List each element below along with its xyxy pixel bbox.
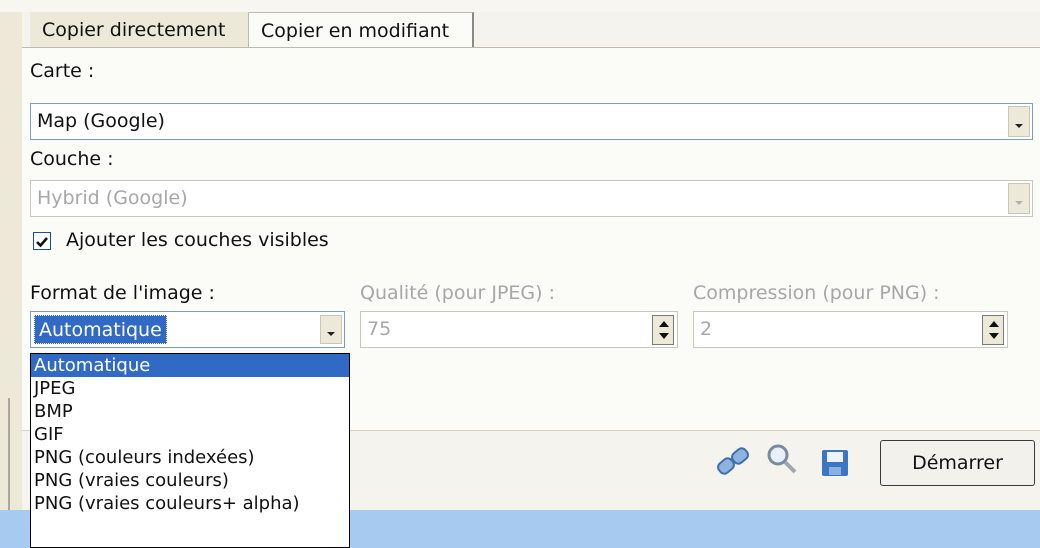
layer-select-value: Hybrid (Google): [37, 187, 188, 209]
compression-spin-buttons[interactable]: [982, 315, 1004, 345]
map-select-value: Map (Google): [37, 110, 165, 132]
format-option-png-true-color-alpha[interactable]: PNG (vraies couleurs+ alpha): [31, 492, 349, 515]
quality-spinner[interactable]: 75: [360, 311, 678, 348]
format-label: Format de l'image :: [30, 282, 215, 304]
format-option-jpeg[interactable]: JPEG: [31, 377, 349, 400]
format-option-automatique[interactable]: Automatique: [31, 354, 349, 377]
format-select-dropdown-button[interactable]: [320, 315, 342, 344]
quality-spin-buttons[interactable]: [652, 315, 674, 345]
chevron-down-icon: [1015, 200, 1023, 205]
arrow-down-icon: [659, 333, 669, 339]
link-icon[interactable]: [714, 442, 754, 487]
window-top-edge: [0, 0, 1040, 12]
layer-label: Couche :: [30, 148, 114, 170]
visible-layers-label: Ajouter les couches visibles: [66, 229, 329, 251]
map-select[interactable]: Map (Google): [30, 103, 1033, 140]
map-label: Carte :: [30, 60, 95, 82]
visible-layers-checkbox[interactable]: [33, 232, 51, 250]
chevron-down-icon: [327, 331, 335, 336]
zoom-icon[interactable]: [765, 442, 799, 481]
format-option-gif[interactable]: GIF: [31, 423, 349, 446]
format-option-bmp[interactable]: BMP: [31, 400, 349, 423]
layer-select[interactable]: Hybrid (Google): [30, 180, 1033, 217]
tab-copy-modify[interactable]: Copier en modifiant: [248, 12, 474, 48]
format-option-png-true-color[interactable]: PNG (vraies couleurs): [31, 469, 349, 492]
save-icon[interactable]: [820, 448, 850, 483]
arrow-down-icon: [989, 333, 999, 339]
format-option-png-indexed[interactable]: PNG (couleurs indexées): [31, 446, 349, 469]
tab-copy-direct[interactable]: Copier directement: [30, 12, 248, 48]
quality-value: 75: [367, 318, 392, 340]
arrow-up-icon: [989, 321, 999, 327]
layer-select-dropdown-button[interactable]: [1008, 183, 1030, 214]
format-select-value: Automatique: [34, 315, 167, 344]
compression-spinner[interactable]: 2: [693, 311, 1008, 348]
compression-label: Compression (pour PNG) :: [693, 282, 940, 304]
arrow-up-icon: [659, 321, 669, 327]
compression-value: 2: [700, 318, 713, 340]
format-select[interactable]: Automatique: [30, 311, 345, 348]
check-icon: [36, 237, 48, 248]
format-dropdown-list[interactable]: Automatique JPEG BMP GIF PNG (couleurs i…: [30, 353, 350, 548]
resize-grip[interactable]: [8, 398, 22, 528]
start-button[interactable]: Démarrer: [880, 440, 1035, 486]
quality-label: Qualité (pour JPEG) :: [360, 282, 556, 304]
map-select-dropdown-button[interactable]: [1008, 106, 1030, 137]
chevron-down-icon: [1015, 123, 1023, 128]
